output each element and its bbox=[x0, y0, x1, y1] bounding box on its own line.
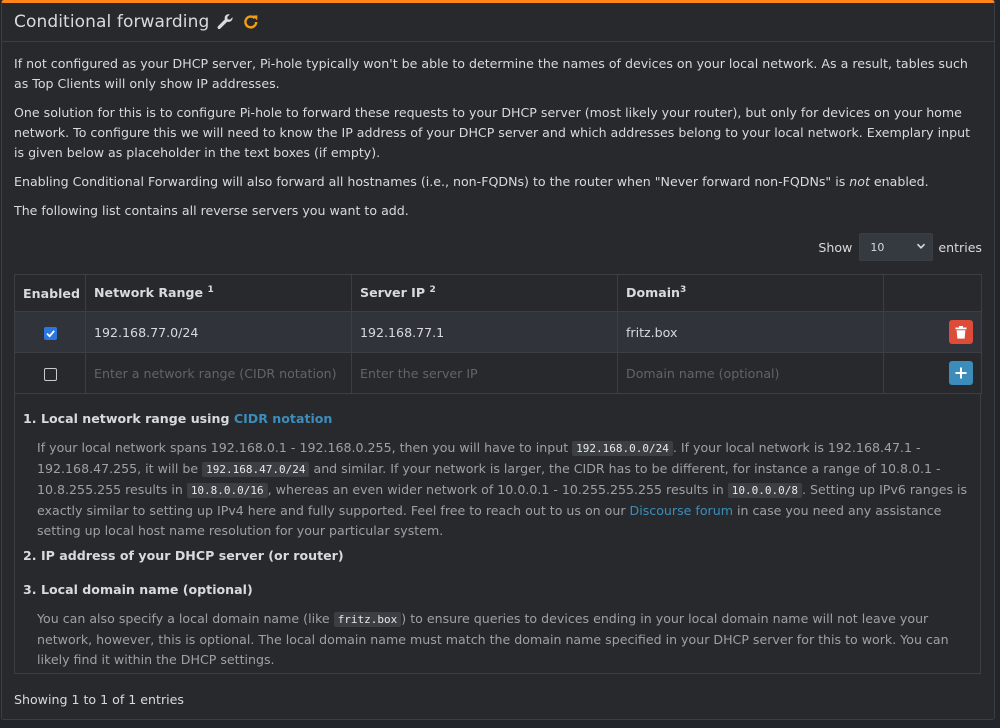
box-body: If not configured as your DHCP server, P… bbox=[2, 42, 994, 707]
intro-paragraph-1: If not configured as your DHCP server, P… bbox=[14, 56, 968, 91]
intro-paragraph-3-tail: enabled. bbox=[869, 174, 929, 189]
column-server-ip[interactable]: Server IP 2 bbox=[351, 274, 618, 312]
actions-cell bbox=[883, 311, 982, 353]
note-2-title: IP address of your DHCP server (or route… bbox=[40, 548, 344, 563]
network-range-input[interactable]: Enter a network range (CIDR notation) bbox=[85, 352, 352, 394]
server-ip-input[interactable]: Enter the server IP bbox=[351, 352, 618, 394]
note-1-body: If your local network spans 192.168.0.1 … bbox=[37, 438, 972, 541]
enabled-checkbox[interactable] bbox=[43, 326, 57, 340]
plus-icon bbox=[955, 367, 967, 379]
add-button[interactable] bbox=[949, 361, 973, 385]
column-enabled[interactable]: Enabled bbox=[14, 274, 86, 312]
chevron-down-icon bbox=[916, 241, 926, 254]
conditional-forwarding-box: Conditional forwarding If not configured… bbox=[1, 0, 995, 720]
network-range-cell[interactable]: 192.168.77.0/24 bbox=[85, 311, 352, 353]
note-3-heading: 3. Local domain name (optional) bbox=[23, 581, 972, 599]
column-server-ip-label: Server IP bbox=[360, 285, 426, 301]
entries-select-value: 10 bbox=[870, 240, 885, 254]
entries-select[interactable]: 10 bbox=[859, 233, 934, 261]
network-range-placeholder: Enter a network range (CIDR notation) bbox=[94, 365, 337, 381]
note-3-body: You can also specify a local domain name… bbox=[37, 609, 972, 670]
note-1-text-d: , whereas an even wider network of 10.0.… bbox=[267, 482, 728, 497]
footnotes-panel: 1. Local network range using CIDR notati… bbox=[14, 394, 981, 674]
intro-paragraph-4: The following list contains all reverse … bbox=[14, 203, 409, 218]
footnote-ref-2: 2 bbox=[429, 285, 436, 296]
cidr-notation-link[interactable]: CIDR notation bbox=[234, 411, 333, 426]
note-1-number: 1. bbox=[23, 411, 37, 426]
note-3-text-a: You can also specify a local domain name… bbox=[37, 611, 334, 626]
intro-paragraph-3-text: Enabling Conditional Forwarding will als… bbox=[14, 174, 850, 189]
code-cidr-8: 10.0.0.0/8 bbox=[727, 483, 802, 498]
server-ip-placeholder: Enter the server IP bbox=[360, 365, 478, 381]
note-1-heading: 1. Local network range using CIDR notati… bbox=[23, 410, 972, 428]
note-1-text-a: If your local network spans 192.168.0.1 … bbox=[37, 440, 573, 455]
add-row: Enter a network range (CIDR notation) En… bbox=[14, 352, 982, 394]
intro-paragraph-3-emphasis: not bbox=[849, 174, 870, 189]
code-cidr-24: 192.168.0.0/24 bbox=[572, 441, 673, 456]
domain-placeholder: Domain name (optional) bbox=[626, 365, 780, 381]
checkmark-icon bbox=[45, 329, 55, 338]
domain-input[interactable]: Domain name (optional) bbox=[617, 352, 884, 394]
column-network-range[interactable]: Network Range 1 bbox=[85, 274, 352, 312]
add-actions-cell bbox=[883, 352, 982, 394]
code-cidr-16: 10.8.0.0/16 bbox=[186, 483, 268, 498]
footnote-ref-3: 3 bbox=[680, 285, 687, 296]
note-3-number: 3. bbox=[23, 582, 37, 597]
table-row: 192.168.77.0/24 192.168.77.1 fritz.box bbox=[14, 311, 982, 353]
column-domain[interactable]: Domain3 bbox=[617, 274, 884, 312]
delete-button[interactable] bbox=[949, 320, 973, 344]
entries-label: entries bbox=[938, 239, 982, 255]
show-label: Show bbox=[818, 239, 853, 255]
intro-paragraph-2: One solution for this is to configure Pi… bbox=[14, 105, 971, 160]
box-title: Conditional forwarding bbox=[14, 12, 210, 32]
page-length-control: Show 10 entries bbox=[14, 232, 982, 262]
new-enabled-checkbox[interactable] bbox=[43, 367, 57, 381]
footnote-ref-1: 1 bbox=[207, 285, 214, 296]
code-fritz-box: fritz.box bbox=[333, 612, 402, 627]
column-enabled-label: Enabled bbox=[23, 285, 80, 301]
new-enabled-cell bbox=[14, 352, 86, 394]
column-network-range-label: Network Range bbox=[94, 285, 204, 301]
box-header: Conditional forwarding bbox=[2, 3, 994, 42]
reverse-servers-table: Enabled Network Range 1 Server IP 2 Doma… bbox=[14, 274, 982, 394]
trash-icon bbox=[955, 325, 967, 339]
server-ip-cell[interactable]: 192.168.77.1 bbox=[351, 311, 618, 353]
refresh-icon[interactable] bbox=[242, 13, 260, 31]
wrench-icon bbox=[216, 13, 234, 31]
table-header-row: Enabled Network Range 1 Server IP 2 Doma… bbox=[14, 274, 982, 312]
domain-cell[interactable]: fritz.box bbox=[617, 311, 884, 353]
note-1-title: Local network range using bbox=[40, 411, 234, 426]
column-actions bbox=[883, 274, 982, 312]
intro-paragraph-3: Enabling Conditional Forwarding will als… bbox=[14, 172, 982, 192]
table-info: Showing 1 to 1 of 1 entries bbox=[14, 692, 184, 707]
discourse-forum-link[interactable]: Discourse forum bbox=[630, 503, 733, 518]
enabled-cell bbox=[14, 311, 86, 353]
note-2-number: 2. bbox=[23, 548, 37, 563]
code-cidr-47: 192.168.47.0/24 bbox=[202, 462, 310, 477]
note-3-title: Local domain name (optional) bbox=[40, 582, 253, 597]
note-2-heading: 2. IP address of your DHCP server (or ro… bbox=[23, 547, 972, 565]
column-domain-label: Domain bbox=[626, 285, 681, 301]
